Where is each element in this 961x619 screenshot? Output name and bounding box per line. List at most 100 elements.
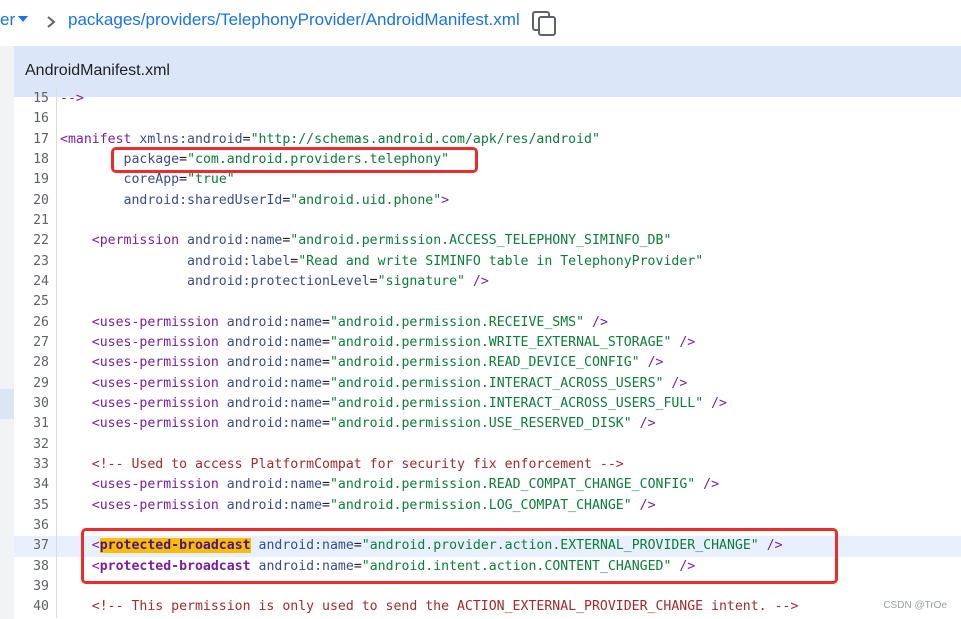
chevron-right-icon — [47, 16, 56, 28]
gutter-divider — [56, 109, 57, 130]
line-number[interactable]: 36 — [14, 516, 49, 536]
code-line: 25 — [14, 292, 961, 313]
code-token: = — [242, 131, 251, 147]
line-number[interactable]: 23 — [14, 252, 49, 272]
code-text: android:protectionLevel="signature" /> — [60, 272, 489, 292]
line-number[interactable]: 15 — [14, 89, 49, 109]
breadcrumb-telephonyprovider[interactable]: TelephonyProvider — [220, 10, 361, 29]
breadcrumb-file[interactable]: AndroidManifest.xml — [366, 10, 520, 29]
annotation-box-protected-broadcast — [81, 528, 838, 584]
code-token: = — [322, 395, 330, 411]
line-number[interactable]: 33 — [14, 455, 49, 475]
gutter-divider — [56, 576, 57, 598]
code-text: <uses-permission android:name="android.p… — [60, 353, 664, 373]
code-token: "android.permission.READ_COMPAT_CHANGE_C… — [329, 477, 696, 493]
left-side-panel — [0, 46, 14, 619]
gutter-divider — [56, 210, 57, 232]
gutter-divider — [56, 332, 57, 354]
line-number[interactable]: 35 — [14, 496, 49, 516]
line-number[interactable]: 31 — [14, 414, 49, 434]
code-token: /> — [639, 355, 664, 371]
code-line: 15 --> — [14, 89, 961, 110]
code-text: <!-- Used to access PlatformCompat for s… — [60, 455, 624, 475]
line-number[interactable]: 29 — [14, 374, 49, 394]
code-token: "http://schemas.android.com/apk/res/andr… — [250, 131, 600, 147]
copy-path-icon[interactable] — [529, 8, 559, 38]
code-text: <!-- This permission is only used to sen… — [60, 597, 799, 617]
branch-selector-label[interactable]: er — [0, 10, 15, 30]
gutter-divider — [56, 353, 57, 374]
line-number[interactable]: 16 — [14, 109, 49, 129]
code-token: android:protectionLevel — [187, 273, 370, 289]
breadcrumb-providers[interactable]: providers — [146, 10, 216, 29]
code-token: /> — [631, 416, 656, 432]
code-token: <uses-permission — [91, 477, 227, 493]
caret-down-icon[interactable] — [18, 16, 28, 22]
line-number[interactable]: 32 — [14, 435, 49, 455]
line-number[interactable]: 18 — [14, 150, 49, 170]
code-token: <uses-permission — [91, 355, 227, 371]
code-token: xmlns:android — [139, 131, 243, 147]
code-token: "android.permission.WRITE_EXTERNAL_STORA… — [329, 334, 672, 350]
code-token: android:name — [226, 334, 323, 350]
code-token: = — [322, 477, 330, 493]
gutter-divider — [56, 556, 57, 577]
code-token: "android.permission.RECEIVE_SMS" — [329, 314, 585, 330]
code-token: /> — [703, 395, 727, 411]
line-number[interactable]: 39 — [14, 577, 49, 597]
line-number[interactable]: 21 — [14, 211, 49, 231]
gutter-divider — [56, 393, 57, 415]
line-number[interactable]: 38 — [14, 557, 49, 577]
code-text: <uses-permission android:name="android.p… — [60, 475, 719, 495]
code-token: > — [441, 192, 450, 208]
code-token: <uses-permission — [91, 416, 227, 432]
code-text: <uses-permission android:name="android.p… — [60, 313, 608, 333]
code-token: = — [322, 355, 330, 371]
watermark: CSDN @TrOe — [883, 600, 947, 611]
code-token: <uses-permission — [91, 395, 227, 411]
code-token: "signature" — [377, 273, 465, 289]
left-side-marker — [0, 389, 14, 419]
code-token: "android.permission.USE_RESERVED_DISK" — [329, 416, 632, 432]
code-token: android:name — [226, 395, 323, 411]
line-number[interactable]: 26 — [14, 313, 49, 333]
line-number[interactable]: 28 — [14, 353, 49, 373]
line-number[interactable]: 34 — [14, 475, 49, 495]
line-number[interactable]: 25 — [14, 292, 49, 312]
line-number[interactable]: 27 — [14, 333, 49, 353]
gutter-divider — [56, 129, 57, 150]
breadcrumb-packages[interactable]: packages — [68, 10, 141, 29]
code-token: android:label — [187, 253, 291, 269]
code-token: = — [322, 497, 330, 513]
line-number[interactable]: 19 — [14, 170, 49, 190]
code-line: 26 <uses-permission android:name="androi… — [14, 312, 961, 333]
code-token: /> — [584, 314, 608, 330]
code-token: "android.permission.INTERACT_ACROSS_USER… — [329, 375, 664, 391]
code-text: coreApp="true" — [60, 170, 235, 190]
code-token: <permission — [91, 233, 188, 249]
code-token: coreApp — [123, 172, 180, 188]
code-text: <permission android:name="android.permis… — [60, 231, 672, 251]
code-token: "true" — [187, 172, 235, 188]
code-line: 22 <permission android:name="android.per… — [14, 231, 961, 252]
line-number[interactable]: 20 — [14, 191, 49, 211]
breadcrumb: packages/providers/TelephonyProvider/And… — [68, 10, 520, 29]
gutter-divider — [56, 414, 57, 435]
line-number[interactable]: 17 — [14, 130, 49, 150]
code-token: /> — [464, 273, 489, 289]
line-number[interactable]: 22 — [14, 231, 49, 251]
code-token: <uses-permission — [91, 334, 227, 350]
line-number[interactable]: 37 — [14, 536, 49, 556]
code-token: android:name — [226, 355, 323, 371]
line-number[interactable]: 24 — [14, 272, 49, 292]
code-line: 29 <uses-permission android:name="androi… — [14, 373, 961, 394]
code-token: <uses-permission — [91, 375, 227, 391]
code-token: = — [179, 172, 188, 188]
code-line: 32 — [14, 434, 961, 455]
line-number[interactable]: 40 — [14, 597, 49, 617]
line-number[interactable]: 30 — [14, 394, 49, 414]
